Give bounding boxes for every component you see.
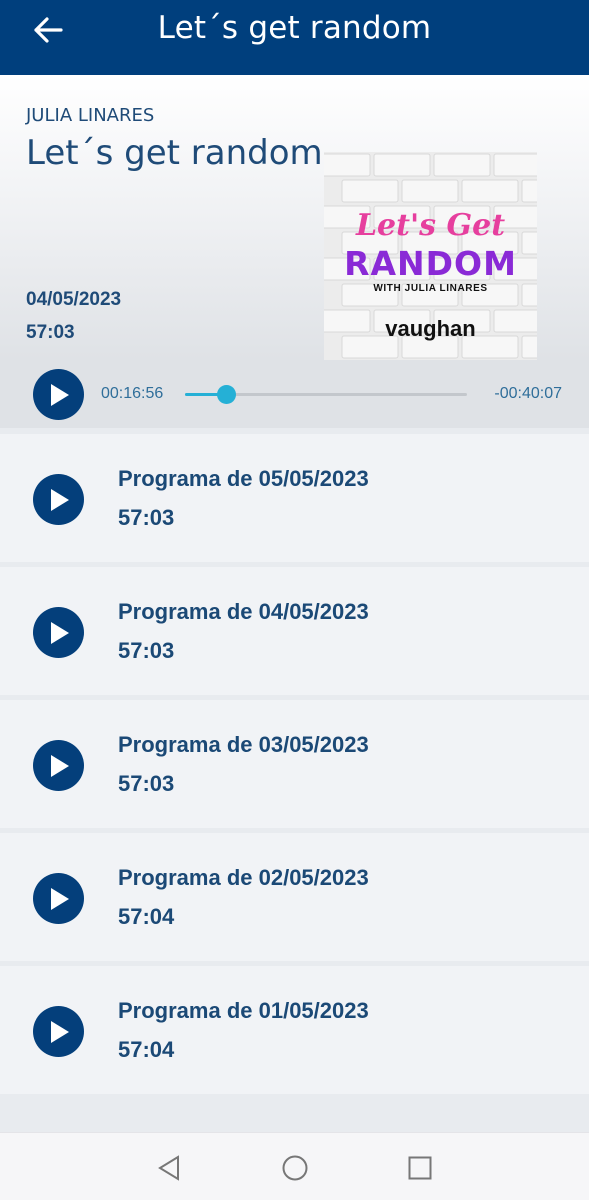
episode-title: Programa de 03/05/2023 xyxy=(118,732,369,757)
cover-text-lets-get: Let's Get xyxy=(355,208,506,243)
system-nav-bar xyxy=(0,1132,589,1200)
elapsed-time: 00:16:56 xyxy=(101,385,164,402)
play-icon xyxy=(50,887,69,910)
episode-item[interactable]: Programa de 05/05/2023 57:03 xyxy=(0,434,589,562)
episode-title: Programa de 01/05/2023 xyxy=(118,998,369,1023)
episode-duration: 57:03 xyxy=(118,771,175,796)
cover-logo-text: vaughan xyxy=(385,316,476,341)
triangle-back-icon xyxy=(158,1155,179,1181)
show-title: Let´s get random xyxy=(26,133,323,173)
circle-home-icon xyxy=(282,1155,308,1181)
cover-text-subtitle: WITH JULIA LINARES xyxy=(373,283,488,294)
episode-play-button[interactable] xyxy=(33,607,84,658)
audio-player: 00:16:56 -00:40:07 xyxy=(0,360,589,428)
episode-duration: 57:04 xyxy=(118,1037,175,1062)
episode-play-button[interactable] xyxy=(33,873,84,924)
episode-duration: 57:03 xyxy=(118,638,175,663)
episode-play-button[interactable] xyxy=(33,474,84,525)
nav-recents-button[interactable] xyxy=(405,1153,435,1183)
episode-play-button[interactable] xyxy=(33,1006,84,1057)
app-bar: Let´s get random xyxy=(0,0,589,75)
play-icon xyxy=(50,488,69,511)
episode-play-button[interactable] xyxy=(33,740,84,791)
episode-item[interactable]: Programa de 03/05/2023 57:03 xyxy=(0,700,589,828)
page-title: Let´s get random xyxy=(157,10,432,46)
nav-back-button[interactable] xyxy=(154,1153,184,1183)
play-icon xyxy=(50,621,69,644)
nav-home-button[interactable] xyxy=(280,1153,310,1183)
play-icon xyxy=(50,754,69,777)
episode-item[interactable]: Programa de 01/05/2023 57:04 xyxy=(0,966,589,1094)
episode-duration: 57:04 xyxy=(118,904,175,929)
episode-duration: 57:03 xyxy=(118,505,175,530)
seek-handle[interactable] xyxy=(217,385,237,404)
episode-title: Programa de 05/05/2023 xyxy=(118,466,369,491)
square-recents-icon xyxy=(408,1156,432,1180)
episode-item[interactable]: Programa de 02/05/2023 57:04 xyxy=(0,833,589,961)
episode-list: Programa de 05/05/2023 57:03 Programa de 0… xyxy=(0,434,589,1099)
play-icon xyxy=(50,1020,69,1043)
episode-title: Programa de 04/05/2023 xyxy=(118,599,369,624)
seek-slider[interactable] xyxy=(185,385,467,404)
show-header: JULIA LINARES Let´s get random 04/05/202… xyxy=(0,75,589,363)
cover-text-random: RANDOM xyxy=(344,244,517,283)
play-icon xyxy=(50,383,69,406)
episode-title: Programa de 02/05/2023 xyxy=(118,865,369,890)
cover-art: Let's Get RANDOM WITH JULIA LINARES vaug… xyxy=(324,152,537,363)
show-duration: 57:03 xyxy=(26,322,75,343)
player-play-button[interactable] xyxy=(33,369,84,420)
episode-item[interactable]: Programa de 04/05/2023 57:03 xyxy=(0,567,589,695)
show-date: 04/05/2023 xyxy=(26,289,122,310)
remaining-time: -00:40:07 xyxy=(494,385,562,402)
show-author: JULIA LINARES xyxy=(26,105,155,126)
